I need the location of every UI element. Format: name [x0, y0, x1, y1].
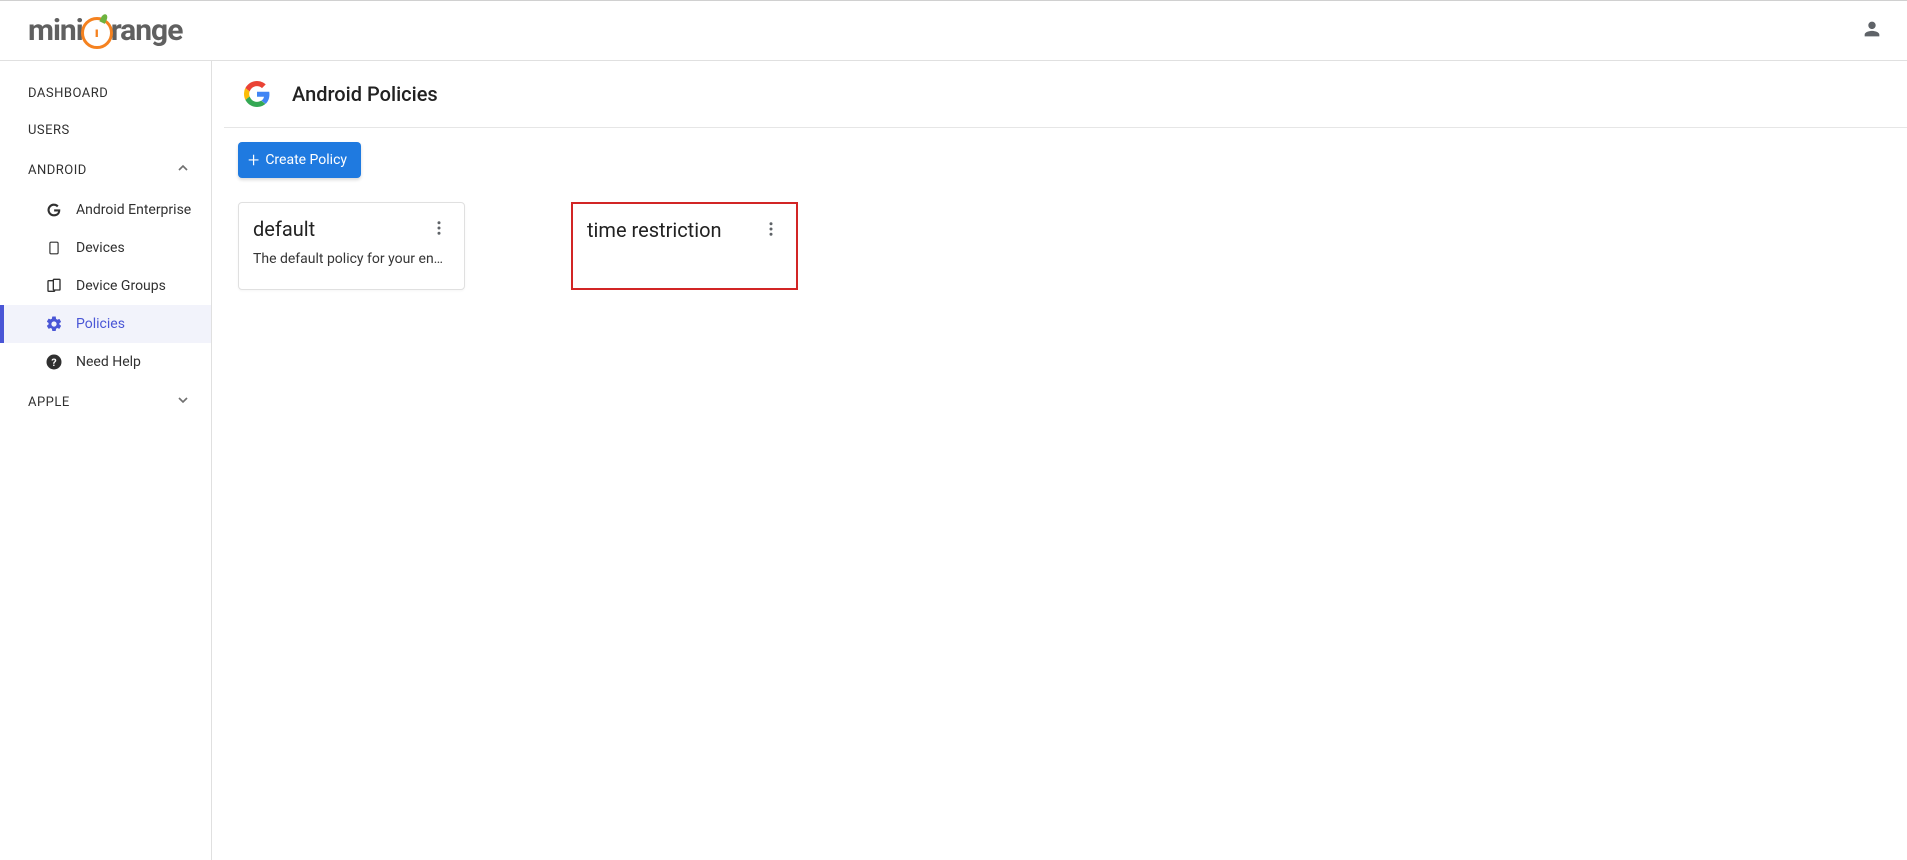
- sidebar: DASHBOARD USERS ANDROID Android Enterpri…: [0, 61, 212, 860]
- user-account-icon[interactable]: [1861, 18, 1883, 44]
- main-content: Android Policies + Create Policy default: [212, 61, 1907, 860]
- help-icon: ?: [44, 353, 64, 371]
- policy-card-default[interactable]: default The default policy for your en…: [238, 202, 465, 290]
- more-vert-icon[interactable]: [428, 217, 450, 243]
- sidebar-item-label: USERS: [28, 123, 70, 138]
- logo-text-pre: mini: [28, 13, 83, 48]
- sidebar-subitem-policies[interactable]: Policies: [0, 305, 211, 343]
- sidebar-subitem-device-groups[interactable]: Device Groups: [0, 267, 211, 305]
- policy-card-desc: The default policy for your en…: [253, 251, 450, 267]
- sidebar-subitem-devices[interactable]: Devices: [0, 229, 211, 267]
- policy-card-head: default: [253, 217, 450, 243]
- policy-cards: default The default policy for your en… …: [224, 178, 1907, 304]
- brand-logo[interactable]: mini ı range: [28, 13, 182, 48]
- logo-text-post: range: [111, 13, 183, 48]
- card-gap: [465, 202, 571, 290]
- device-groups-icon: [44, 277, 64, 295]
- sidebar-item-label: APPLE: [28, 395, 70, 410]
- chevron-down-icon: [175, 392, 191, 412]
- device-icon: [44, 239, 64, 257]
- sidebar-subitem-label: Policies: [76, 316, 125, 332]
- more-vert-icon[interactable]: [760, 218, 782, 244]
- page-title: Android Policies: [292, 82, 438, 106]
- body: DASHBOARD USERS ANDROID Android Enterpri…: [0, 61, 1907, 860]
- chevron-up-icon: [175, 160, 191, 180]
- logo-orange-o-icon: ı: [81, 17, 113, 49]
- policy-card-title: default: [253, 217, 321, 241]
- plus-icon: +: [248, 150, 259, 170]
- google-g-icon: [44, 201, 64, 219]
- sidebar-subitem-android-enterprise[interactable]: Android Enterprise: [0, 191, 211, 229]
- sidebar-subitem-need-help[interactable]: ? Need Help: [0, 343, 211, 381]
- sidebar-subitem-label: Devices: [76, 240, 125, 256]
- gear-icon: [44, 315, 64, 333]
- toolbar: + Create Policy: [224, 128, 1907, 178]
- sidebar-item-apple[interactable]: APPLE: [0, 381, 211, 423]
- sidebar-item-android[interactable]: ANDROID: [0, 149, 211, 191]
- sidebar-subitem-label: Device Groups: [76, 278, 166, 294]
- sidebar-item-dashboard[interactable]: DASHBOARD: [0, 75, 211, 112]
- sidebar-item-users[interactable]: USERS: [0, 112, 211, 149]
- page-header: Android Policies: [224, 61, 1907, 128]
- create-policy-button-label: Create Policy: [265, 152, 347, 168]
- sidebar-item-label: ANDROID: [28, 163, 87, 178]
- policy-card-head: time restriction: [587, 218, 782, 244]
- app-root: mini ı range DASHBOARD USERS ANDROID: [0, 1, 1907, 860]
- google-colored-icon: [244, 81, 270, 107]
- policy-card-time-restriction[interactable]: time restriction: [571, 202, 798, 290]
- top-header: mini ı range: [0, 1, 1907, 61]
- svg-text:?: ?: [51, 356, 56, 369]
- sidebar-subitem-label: Android Enterprise: [76, 202, 191, 218]
- sidebar-subitem-label: Need Help: [76, 354, 141, 370]
- policy-card-title: time restriction: [587, 218, 728, 242]
- sidebar-item-label: DASHBOARD: [28, 86, 108, 101]
- create-policy-button[interactable]: + Create Policy: [238, 142, 361, 178]
